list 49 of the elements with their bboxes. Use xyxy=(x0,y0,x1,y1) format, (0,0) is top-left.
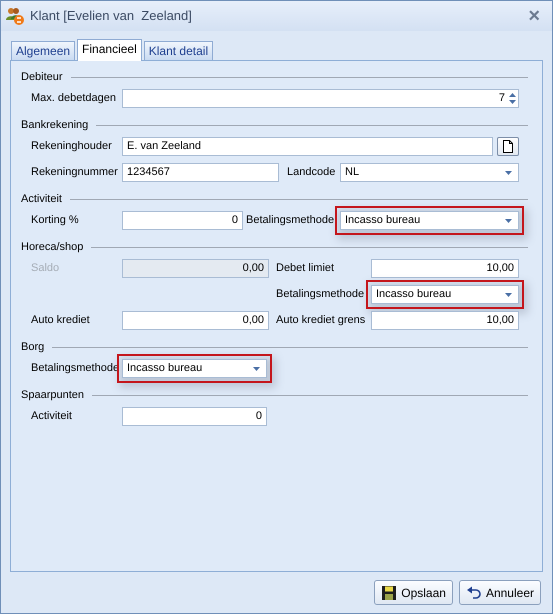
input-field[interactable]: 0 xyxy=(122,211,243,230)
field-label: Betalingsmethode xyxy=(276,287,366,302)
save-button[interactable]: Opslaan xyxy=(374,580,453,605)
undo-arrow-icon xyxy=(466,586,482,600)
tab[interactable]: Algemeen xyxy=(11,41,76,60)
spin-field[interactable]: 7 xyxy=(122,89,519,108)
input-field: 0,00 xyxy=(122,259,269,278)
dropdown[interactable]: NL xyxy=(340,163,519,182)
caret-icon xyxy=(505,218,512,222)
customers-icon xyxy=(5,6,25,26)
field-label: Saldo xyxy=(31,261,60,276)
field-label: Debet limiet xyxy=(276,261,336,276)
input-field[interactable]: E. van Zeeland xyxy=(122,137,493,156)
dropdown-value: Incasso bureau xyxy=(376,287,452,302)
input-field[interactable]: 1234567 xyxy=(122,163,279,182)
field-label: Max. debetdagen xyxy=(31,91,118,106)
caret-icon xyxy=(505,170,512,174)
section-title: Borg xyxy=(21,340,44,355)
dropdown-value: Incasso bureau xyxy=(127,361,202,376)
dropdown-value: Incasso bureau xyxy=(345,213,420,228)
field-label: Activiteit xyxy=(31,409,73,424)
section-title: Bankrekening xyxy=(21,118,88,133)
field-label: Auto krediet grens xyxy=(276,313,366,328)
caret-icon xyxy=(253,366,260,370)
field-label: Landcode xyxy=(287,165,336,180)
input-field[interactable]: 0 xyxy=(122,407,267,426)
section-title: Activiteit xyxy=(21,192,62,207)
spin-arrows-icon xyxy=(509,92,516,105)
section-title: Horeca/shop xyxy=(21,240,84,255)
section-title: Debiteur xyxy=(21,70,63,85)
document-icon xyxy=(503,140,513,153)
field-label: Auto krediet xyxy=(31,313,91,328)
input-field[interactable]: 10,00 xyxy=(371,311,519,330)
dropdown-value: NL xyxy=(345,165,360,180)
field-label: Betalingsmethode xyxy=(31,361,120,376)
field-label: Korting % xyxy=(31,213,80,228)
browse-button[interactable] xyxy=(497,137,519,156)
field-label: Betalingsmethode xyxy=(246,213,336,228)
window-title: Klant [Evelien van Zeeland] xyxy=(30,7,193,26)
cancel-button[interactable]: Annuleer xyxy=(458,580,541,605)
field-label: Rekeningnummer xyxy=(31,165,119,180)
caret-icon xyxy=(505,292,512,296)
tab[interactable]: Financieel xyxy=(77,39,142,61)
input-field[interactable]: 0,00 xyxy=(122,311,269,330)
input-field[interactable]: 10,00 xyxy=(371,259,519,278)
field-label: Rekeninghouder xyxy=(31,139,113,154)
field-value: 7 xyxy=(498,91,505,106)
section-title: Spaarpunten xyxy=(21,388,84,403)
tab[interactable]: Klant detail xyxy=(144,41,214,60)
